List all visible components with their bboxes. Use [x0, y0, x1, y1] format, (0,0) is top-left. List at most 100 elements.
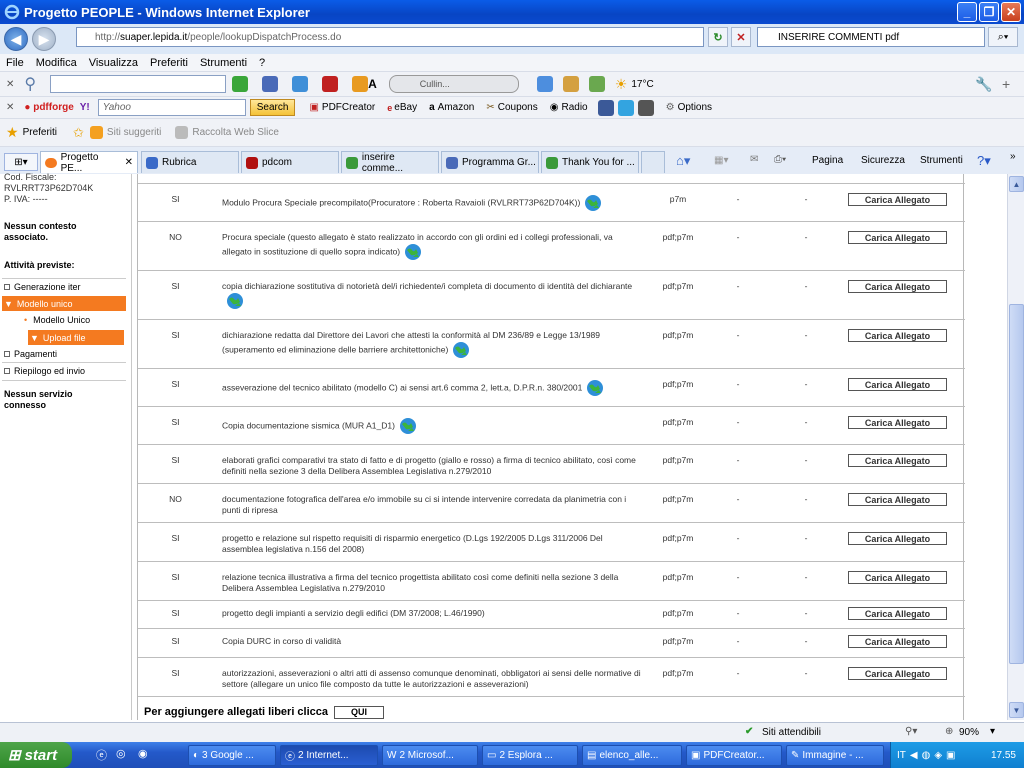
tab-inserire-commenti[interactable]: inserire comme...	[341, 151, 439, 174]
tab-thank-you[interactable]: Thank You for ...	[541, 151, 639, 173]
go-icon[interactable]	[232, 76, 249, 92]
info-globe-icon[interactable]	[399, 417, 417, 435]
page-menu[interactable]: Pagina	[812, 155, 843, 166]
forward-button[interactable]: ▶	[32, 27, 56, 51]
scroll-thumb[interactable]	[1009, 304, 1024, 664]
start-button[interactable]: ⊞ start	[0, 742, 72, 768]
protected-mode-icon[interactable]: ⚲▾	[905, 726, 917, 737]
map-icon[interactable]	[588, 76, 605, 92]
facebook-icon[interactable]	[597, 99, 614, 116]
font-icon[interactable]: A	[368, 77, 377, 91]
twitter-icon[interactable]	[617, 99, 634, 116]
mail-cmd-icon[interactable]: ✉	[750, 154, 758, 165]
address-input[interactable]: http://suaper.lepida.it/people/lookupDis…	[76, 27, 704, 47]
pdfcreator-link[interactable]: PDFCreator	[322, 102, 375, 113]
info-globe-icon[interactable]	[452, 341, 470, 359]
carica-allegato-button[interactable]: Carica Allegato	[848, 667, 947, 680]
toolbar-search-input[interactable]	[50, 75, 227, 93]
menu-strumenti[interactable]: Strumenti	[200, 57, 247, 69]
menu-help[interactable]: ?	[259, 57, 265, 69]
carica-allegato-button[interactable]: Carica Allegato	[848, 571, 947, 584]
refresh-button[interactable]: ↻	[708, 27, 728, 47]
carica-allegato-button[interactable]: Carica Allegato	[848, 378, 947, 391]
chevron-more-icon[interactable]: »	[1010, 151, 1016, 162]
suggested-sites-link[interactable]: Siti suggeriti	[107, 127, 161, 138]
ie-quicklaunch-icon[interactable]: ⓔ	[96, 747, 107, 763]
language-indicator[interactable]: IT	[897, 750, 906, 761]
mail-icon[interactable]	[536, 76, 553, 92]
new-tab-button[interactable]	[641, 151, 665, 173]
tab-programma[interactable]: Programma Gr...	[441, 151, 539, 173]
close-tab-icon[interactable]: ✕	[125, 157, 133, 168]
youtube-icon[interactable]	[322, 76, 339, 92]
options-link[interactable]: Options	[678, 102, 712, 113]
home-icon[interactable]: ⌂▾	[676, 153, 690, 169]
carica-allegato-button[interactable]: Carica Allegato	[848, 532, 947, 545]
qui-button[interactable]: QUI	[334, 705, 385, 719]
carica-allegato-button[interactable]: Carica Allegato	[848, 454, 947, 467]
ebay-link[interactable]: eBay	[394, 102, 417, 113]
yahoo-search-button[interactable]: Search	[249, 99, 296, 116]
info-globe-icon[interactable]	[586, 379, 604, 397]
amazon-link[interactable]: Amazon	[438, 102, 475, 113]
add-favorite-icon[interactable]: ✩	[73, 125, 84, 141]
info-globe-icon[interactable]	[584, 194, 602, 212]
facebook-toolbar-icon[interactable]	[292, 76, 309, 92]
wrench-icon[interactable]: 🔧	[975, 76, 992, 93]
scroll-down-button[interactable]: ▼	[1009, 702, 1024, 718]
carica-allegato-button[interactable]: Carica Allegato	[848, 635, 947, 648]
carica-allegato-button[interactable]: Carica Allegato	[848, 280, 947, 293]
carica-allegato-button[interactable]: Carica Allegato	[848, 416, 947, 429]
zoom-level[interactable]: 90%	[959, 727, 979, 738]
back-button[interactable]: ◀	[4, 27, 28, 51]
task-internet[interactable]: ⓔ 2 Internet...	[280, 745, 378, 766]
task-pdfcreator[interactable]: ▣ PDFCreator...	[686, 745, 782, 766]
media-player[interactable]: Cullin...	[388, 75, 519, 93]
carica-allegato-button[interactable]: Carica Allegato	[848, 329, 947, 342]
star-icon[interactable]	[352, 76, 369, 92]
tray-app-icon[interactable]: ▣	[946, 750, 955, 761]
task-immagine[interactable]: ✎ Immagine - ...	[786, 745, 884, 766]
tray-arrow-icon[interactable]: ◀	[910, 750, 918, 761]
close-toolbar2-icon[interactable]: ✕	[6, 102, 14, 113]
task-microsoft[interactable]: W2 Microsof...	[382, 745, 478, 766]
feeds-icon[interactable]: ▦▾	[714, 155, 728, 166]
search-go-button[interactable]: ⌕▾	[988, 27, 1018, 47]
add-icon[interactable]: +	[1002, 76, 1010, 92]
carica-allegato-button[interactable]: Carica Allegato	[848, 607, 947, 620]
minimize-button[interactable]: _	[957, 2, 977, 22]
scroll-up-button[interactable]: ▲	[1009, 176, 1024, 192]
tab-pdcom[interactable]: pdcom	[241, 151, 339, 173]
webslice-gallery-link[interactable]: Raccolta Web Slice	[192, 127, 279, 138]
tab-rubrica[interactable]: Rubrica	[141, 151, 239, 173]
menu-file[interactable]: File	[6, 57, 24, 69]
stop-button[interactable]: ✕	[731, 27, 751, 47]
print-icon[interactable]: ⎙▾	[774, 154, 786, 165]
network-icon[interactable]: ◍	[922, 750, 931, 761]
radio-link[interactable]: Radio	[561, 102, 587, 113]
restore-button[interactable]: ❐	[979, 2, 999, 22]
close-toolbar-icon[interactable]: ✕	[6, 79, 14, 90]
menu-visualizza[interactable]: Visualizza	[89, 57, 138, 69]
carica-allegato-button[interactable]: Carica Allegato	[848, 193, 947, 206]
task-esplora[interactable]: ▭ 2 Esplora ...	[482, 745, 578, 766]
info-globe-icon[interactable]	[226, 292, 244, 310]
carica-allegato-button[interactable]: Carica Allegato	[848, 493, 947, 506]
nav-pagamenti[interactable]: Pagamenti	[4, 349, 57, 359]
help-icon[interactable]: ?▾	[977, 153, 991, 169]
info-globe-icon[interactable]	[404, 243, 422, 261]
antivirus-icon[interactable]: ◈	[934, 750, 942, 761]
yahoo-search-input[interactable]: Yahoo	[97, 99, 246, 116]
zoom-dropdown-icon[interactable]: ▾	[990, 726, 995, 737]
quick-tabs-button[interactable]: ⊞▾	[4, 153, 38, 171]
quicklaunch-icon-3[interactable]: ◉	[138, 747, 148, 760]
coupons-link[interactable]: Coupons	[498, 102, 538, 113]
tools-menu[interactable]: Strumenti	[920, 155, 963, 166]
task-elenco[interactable]: ▤ elenco_alle...	[582, 745, 682, 766]
tab-progetto-people[interactable]: Progetto PE... ✕	[40, 151, 138, 174]
nav-generazione-iter[interactable]: Generazione iter	[4, 282, 81, 292]
zoom-icon[interactable]: ⊕	[945, 726, 953, 737]
nav-modello-unico[interactable]: ▼ Modello unico	[2, 296, 126, 311]
search-input[interactable]: INSERIRE COMMENTI pdf	[757, 27, 985, 47]
favorites-button[interactable]: Preferiti	[23, 127, 57, 138]
